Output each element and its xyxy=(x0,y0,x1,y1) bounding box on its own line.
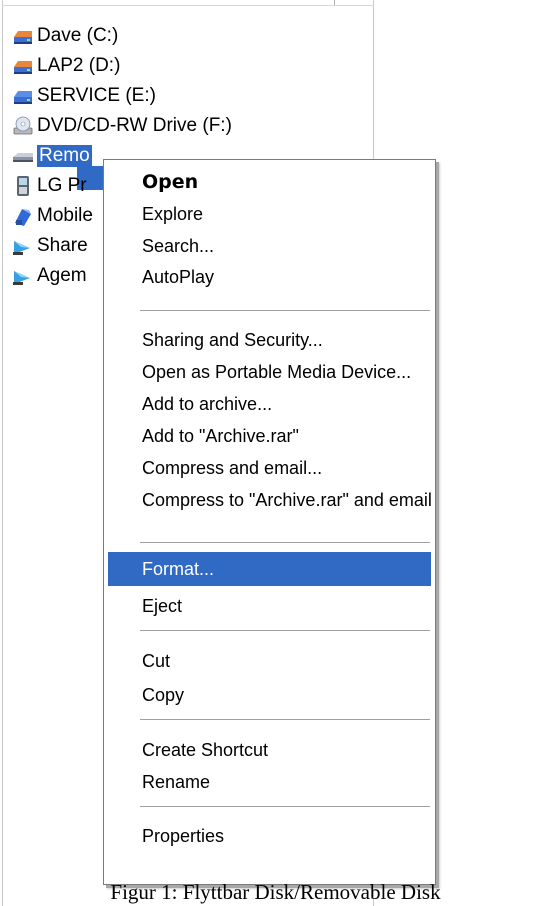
drive-item-d[interactable]: LAP2 (D:) xyxy=(12,51,232,81)
drive-label: SERVICE (E:) xyxy=(37,85,156,106)
shared-folder-icon xyxy=(12,265,34,287)
menu-item-search[interactable]: Search... xyxy=(108,230,431,262)
drive-label: Share xyxy=(37,235,88,256)
drive-label: Mobile xyxy=(37,205,93,226)
drive-item-c[interactable]: Dave (C:) xyxy=(12,21,232,51)
menu-separator xyxy=(140,542,430,543)
menu-separator xyxy=(140,806,430,807)
cd-drive-icon xyxy=(12,115,34,137)
menu-item-open-portable-media[interactable]: Open as Portable Media Device... xyxy=(108,356,431,388)
drive-item-e[interactable]: SERVICE (E:) xyxy=(12,81,232,111)
menu-item-autoplay[interactable]: AutoPlay xyxy=(108,261,431,293)
hard-drive-icon xyxy=(12,55,34,77)
menu-item-explore[interactable]: Explore xyxy=(108,198,431,230)
menu-item-properties[interactable]: Properties xyxy=(108,820,431,852)
menu-item-copy[interactable]: Copy xyxy=(108,679,431,711)
menu-item-compress-rar-email[interactable]: Compress to "Archive.rar" and email xyxy=(108,484,432,516)
drive-label: DVD/CD-RW Drive (F:) xyxy=(37,115,232,136)
menu-separator xyxy=(140,719,430,720)
figure-caption: Figur 1: Flyttbar Disk/Removable Disk xyxy=(110,880,441,904)
drive-label: Dave (C:) xyxy=(37,25,119,46)
menu-item-add-to-archive[interactable]: Add to archive... xyxy=(108,388,431,420)
drive-label: Remo xyxy=(37,145,92,167)
menu-item-add-to-archive-rar[interactable]: Add to "Archive.rar" xyxy=(108,420,431,452)
menu-item-sharing-security[interactable]: Sharing and Security... xyxy=(108,324,431,356)
menu-item-format[interactable]: Format... xyxy=(108,552,431,586)
menu-item-rename[interactable]: Rename xyxy=(108,766,431,798)
top-divider xyxy=(2,0,374,6)
menu-separator xyxy=(140,630,430,631)
context-menu: Open Explore Search... AutoPlay Sharing … xyxy=(103,159,436,885)
drive-label: LAP2 (D:) xyxy=(37,55,121,76)
drive-label: LG Pr xyxy=(37,175,87,196)
hard-drive-icon xyxy=(12,85,34,107)
drive-item-f[interactable]: DVD/CD-RW Drive (F:) xyxy=(12,111,232,141)
hard-drive-icon xyxy=(12,25,34,47)
drive-label: Agem xyxy=(37,265,87,286)
shared-folder-icon xyxy=(12,235,34,257)
column-tick xyxy=(334,0,335,5)
menu-separator xyxy=(140,310,430,311)
mobile-device-icon xyxy=(12,205,34,227)
removable-disk-icon xyxy=(12,145,34,167)
menu-item-create-shortcut[interactable]: Create Shortcut xyxy=(108,734,431,766)
menu-item-open[interactable]: Open xyxy=(108,166,431,198)
menu-item-cut[interactable]: Cut xyxy=(108,645,431,677)
menu-item-compress-email[interactable]: Compress and email... xyxy=(108,452,431,484)
phone-icon xyxy=(12,175,34,197)
menu-item-eject[interactable]: Eject xyxy=(108,590,431,622)
